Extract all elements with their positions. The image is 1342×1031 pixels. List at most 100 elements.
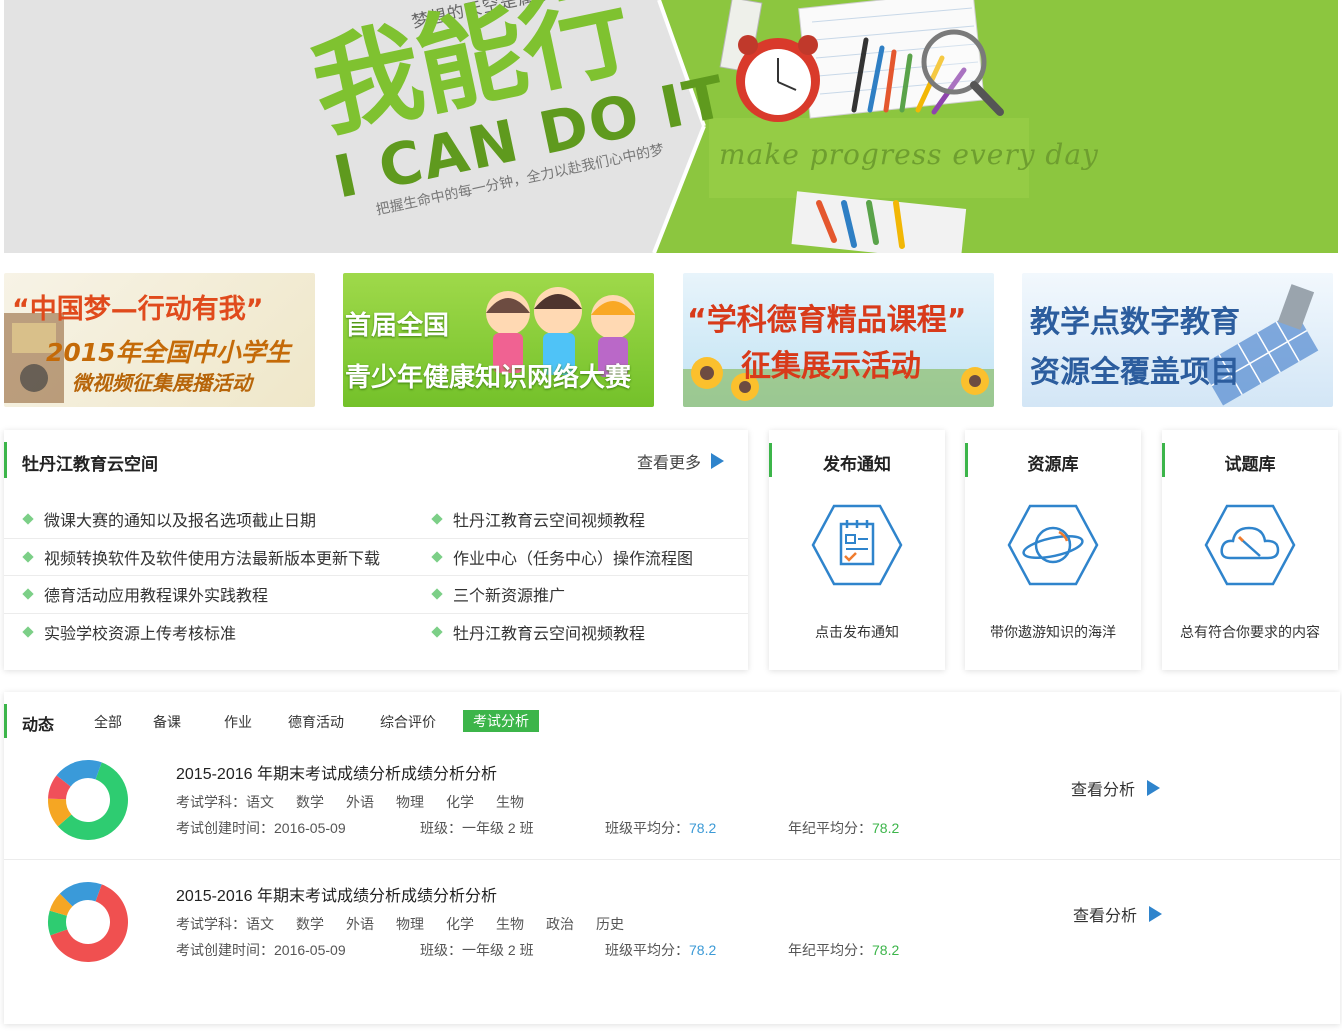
filter-tab-exam-analysis[interactable]: 考试分析 xyxy=(463,710,539,732)
class-label: 班级： xyxy=(420,942,462,958)
feature-title: 发布通知 xyxy=(823,455,891,474)
card-accent-bar xyxy=(4,442,7,478)
promo-1-line-1: “中国梦—行动有我” xyxy=(12,294,264,325)
created-value: 2016-05-09 xyxy=(274,820,346,836)
exam-item: 2015-2016 年期末考试成绩分析成绩分析分析 考试学科： 语文 数学 外语… xyxy=(4,740,1340,860)
feature-card-question-bank[interactable]: 试题库 总有符合你要求的内容 xyxy=(1162,430,1338,670)
exam-class: 班级：一年级 2 班 xyxy=(420,818,534,838)
subject: 物理 xyxy=(396,794,424,810)
news-row: 德育活动应用教程课外实践教程 三个新资源推广 xyxy=(4,576,748,614)
promo-2-line-2: 青少年健康知识网络大赛 xyxy=(345,363,632,393)
subject: 生物 xyxy=(496,916,524,932)
play-arrow-icon xyxy=(1147,780,1161,796)
promo-1-line-2: 2015年全国中小学生 xyxy=(46,338,291,367)
news-link[interactable]: 微课大赛的通知以及报名选项截止日期 xyxy=(4,507,433,531)
exam-title[interactable]: 2015-2016 年期末考试成绩分析成绩分析分析 xyxy=(176,882,497,906)
news-row: 实验学校资源上传考核标准 牡丹江教育云空间视频教程 xyxy=(4,614,748,652)
filter-tab-lesson-prep[interactable]: 备课 xyxy=(153,711,181,733)
exam-item: 2015-2016 年期末考试成绩分析成绩分析分析 考试学科： 语文 数学 外语… xyxy=(4,862,1340,982)
activity-title: 动态 xyxy=(22,717,55,734)
news-link[interactable]: 德育活动应用教程课外实践教程 xyxy=(4,582,433,606)
subjects-label: 考试学科： xyxy=(176,916,246,932)
news-link[interactable]: 牡丹江教育云空间视频教程 xyxy=(431,620,748,644)
created-value: 2016-05-09 xyxy=(274,942,346,958)
diamond-bullet-icon xyxy=(22,626,34,638)
feature-title: 试题库 xyxy=(1224,455,1276,474)
filter-tab-moral-activity[interactable]: 德育活动 xyxy=(288,711,344,733)
news-link-text: 实验学校资源上传考核标准 xyxy=(44,626,237,644)
exam-created-date: 考试创建时间：2016-05-09 xyxy=(176,940,346,960)
class-label: 班级： xyxy=(420,820,462,836)
class-avg-value: 78.2 xyxy=(689,820,717,836)
class-avg-value: 78.2 xyxy=(689,942,717,958)
subject: 化学 xyxy=(446,794,474,810)
promo-2-line-1: 首届全国 xyxy=(345,311,450,341)
promo-sunflower-graphic xyxy=(683,357,994,407)
news-row: 微课大赛的通知以及报名选项截止日期 牡丹江教育云空间视频教程 xyxy=(4,501,748,539)
promo-health-contest[interactable]: 首届全国 青少年健康知识网络大赛 xyxy=(343,273,654,407)
filter-tab-all[interactable]: 全部 xyxy=(94,711,122,733)
promo-moral-course[interactable]: “学科德育精品课程” 征集展示活动 xyxy=(683,273,994,407)
news-link[interactable]: 视频转换软件及软件使用方法最新版本更新下载 xyxy=(4,545,433,569)
filter-tab-evaluation[interactable]: 综合评价 xyxy=(380,711,436,733)
view-more-link[interactable]: 查看更多 xyxy=(637,449,724,473)
hero-banner[interactable]: 梦想的天空是属于我的! 我能行 I CAN DO IT 把握生命中的每一分钟，全… xyxy=(4,0,1338,253)
exam-grade-average: 年纪平均分：78.2 xyxy=(788,940,899,960)
feature-desc: 总有符合你要求的内容 xyxy=(1180,624,1320,640)
news-link[interactable]: 作业中心（任务中心）操作流程图 xyxy=(431,545,748,569)
feature-card-publish-notice[interactable]: 发布通知 点击发布通知 xyxy=(769,430,945,670)
grade-avg-label: 年纪平均分： xyxy=(788,942,872,958)
diamond-bullet-icon xyxy=(22,588,34,600)
subject: 外语 xyxy=(346,916,374,932)
news-link-text: 微课大赛的通知以及报名选项截止日期 xyxy=(44,513,317,531)
view-analysis-link[interactable]: 查看分析 xyxy=(1071,776,1161,800)
promo-4-line-2: 资源全覆盖项目 xyxy=(1030,355,1240,390)
play-arrow-icon xyxy=(711,453,724,469)
subject: 政治 xyxy=(546,916,574,932)
filter-tab-homework[interactable]: 作业 xyxy=(224,711,252,733)
exam-subjects: 考试学科： 语文 数学 外语 物理 化学 生物 政治 历史 xyxy=(176,914,646,934)
created-label: 考试创建时间： xyxy=(176,942,274,958)
news-link-text: 牡丹江教育云空间视频教程 xyxy=(453,513,646,531)
view-analysis-link[interactable]: 查看分析 xyxy=(1073,902,1163,926)
promo-china-dream[interactable]: “中国梦—行动有我” 2015年全国中小学生 微视频征集展播活动 xyxy=(4,273,315,407)
grade-avg-label: 年纪平均分： xyxy=(788,820,872,836)
diamond-bullet-icon xyxy=(22,551,34,563)
news-link[interactable]: 牡丹江教育云空间视频教程 xyxy=(431,507,748,531)
exam-created-date: 考试创建时间：2016-05-09 xyxy=(176,818,346,838)
promo-4-line-1: 教学点数字教育 xyxy=(1030,305,1240,340)
news-list: 微课大赛的通知以及报名选项截止日期 牡丹江教育云空间视频教程 视频转换软件及软件… xyxy=(4,501,748,651)
feature-title: 资源库 xyxy=(1027,455,1079,474)
exam-class: 班级：一年级 2 班 xyxy=(420,940,534,960)
promo-digital-education[interactable]: 教学点数字教育 资源全覆盖项目 xyxy=(1022,273,1333,407)
grade-avg-value: 78.2 xyxy=(872,942,900,958)
news-link-text: 视频转换软件及软件使用方法最新版本更新下载 xyxy=(44,550,381,568)
view-more-label: 查看更多 xyxy=(636,455,701,472)
notice-clipboard-icon xyxy=(811,504,903,586)
news-row: 视频转换软件及软件使用方法最新版本更新下载 作业中心（任务中心）操作流程图 xyxy=(4,539,748,576)
exam-class-average: 班级平均分：78.2 xyxy=(605,818,716,838)
feature-desc: 带你遨游知识的海洋 xyxy=(990,624,1116,640)
exam-subjects: 考试学科： 语文 数学 外语 物理 化学 生物 xyxy=(176,792,546,812)
news-link-text: 牡丹江教育云空间视频教程 xyxy=(453,626,646,644)
diamond-bullet-icon xyxy=(431,551,443,563)
card-accent-bar xyxy=(4,704,7,738)
class-avg-label: 班级平均分： xyxy=(605,820,689,836)
news-link[interactable]: 实验学校资源上传考核标准 xyxy=(4,620,433,644)
news-link-text: 德育活动应用教程课外实践教程 xyxy=(44,588,269,606)
subject: 数学 xyxy=(296,794,324,810)
feature-card-resource-library[interactable]: 资源库 带你遨游知识的海洋 xyxy=(965,430,1141,670)
grade-avg-value: 78.2 xyxy=(872,820,900,836)
score-donut-chart xyxy=(47,882,128,962)
subjects-label: 考试学科： xyxy=(176,794,246,810)
news-link-text: 作业中心（任务中心）操作流程图 xyxy=(453,550,694,568)
diamond-bullet-icon xyxy=(431,513,443,525)
play-arrow-icon xyxy=(1149,906,1163,922)
exam-class-average: 班级平均分：78.2 xyxy=(605,940,716,960)
exam-title[interactable]: 2015-2016 年期末考试成绩分析成绩分析分析 xyxy=(176,760,497,784)
cloud-pencil-icon xyxy=(1204,504,1296,586)
subject: 外语 xyxy=(346,794,374,810)
view-analysis-label: 查看分析 xyxy=(1073,908,1138,925)
subject: 语文 xyxy=(246,794,274,810)
news-link[interactable]: 三个新资源推广 xyxy=(431,582,748,606)
